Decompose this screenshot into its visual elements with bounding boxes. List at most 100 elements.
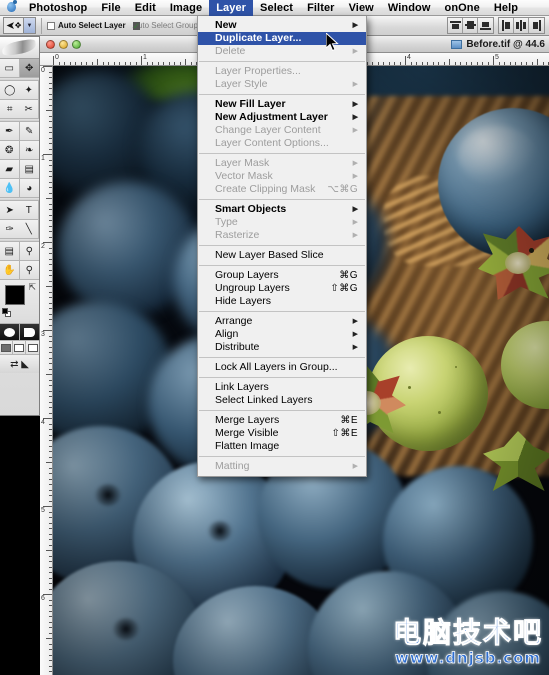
ruler-tick bbox=[542, 62, 544, 65]
menu-item-ungroup-layers[interactable]: Ungroup Layers ⇧⌘G bbox=[198, 282, 366, 295]
ruler-tick bbox=[86, 62, 87, 65]
foreground-color-swatch[interactable] bbox=[5, 285, 25, 305]
menu-item-smart-objects[interactable]: Smart Objects ▶ bbox=[198, 203, 366, 216]
history-brush-tool-icon[interactable]: ❧ bbox=[19, 141, 39, 160]
blur-tool-icon[interactable]: 💧 bbox=[0, 179, 20, 198]
checkbox-auto-select-layer[interactable]: Auto Select Layer bbox=[47, 21, 126, 30]
menu-item-link-layers[interactable]: Link Layers bbox=[198, 381, 366, 394]
ruler-tick bbox=[498, 62, 500, 65]
menu-item-matting[interactable]: Matting ▶ bbox=[198, 460, 366, 473]
align-right-icon[interactable] bbox=[529, 18, 544, 33]
align-left-icon[interactable] bbox=[499, 18, 514, 33]
screen-mode-buttons[interactable] bbox=[0, 341, 39, 355]
menu-item-flatten-image[interactable]: Flatten Image bbox=[198, 440, 366, 453]
move-tool-icon[interactable]: ✥ bbox=[19, 59, 39, 78]
submenu-arrow-icon: ▶ bbox=[352, 232, 358, 239]
ruler-tick bbox=[49, 104, 52, 106]
type-tool-icon[interactable]: T bbox=[19, 201, 39, 220]
menu-item-change-layer-content[interactable]: Change Layer Content ▶ bbox=[198, 124, 366, 137]
menu-filter[interactable]: Filter bbox=[300, 0, 342, 16]
menu-item-delete[interactable]: Delete ▶ bbox=[198, 45, 366, 58]
quick-mask-mode-icon[interactable] bbox=[19, 324, 39, 341]
slice-tool-icon[interactable]: ✂ bbox=[19, 100, 39, 119]
tool-preset-picker[interactable]: ➤ ✥ ▼ bbox=[3, 17, 36, 34]
traffic-lights[interactable] bbox=[46, 39, 81, 49]
zoom-button[interactable] bbox=[72, 39, 81, 49]
menu-onone[interactable]: onOne bbox=[438, 0, 487, 16]
toolbox-header[interactable] bbox=[0, 37, 39, 59]
menu-help[interactable]: Help bbox=[487, 0, 525, 16]
align-bottom-icon[interactable] bbox=[478, 18, 493, 33]
menu-item-arrange[interactable]: Arrange ▶ bbox=[198, 315, 366, 328]
standard-mode-icon[interactable] bbox=[0, 324, 20, 341]
menu-item-layer-content-options[interactable]: Layer Content Options... bbox=[198, 137, 366, 150]
menu-item-lock-all-layers-in-group[interactable]: Lock All Layers in Group... bbox=[198, 361, 366, 374]
color-swatches[interactable]: ⇱ bbox=[0, 280, 39, 324]
menu-select[interactable]: Select bbox=[253, 0, 300, 16]
menu-item-vector-mask[interactable]: Vector Mask ▶ bbox=[198, 170, 366, 183]
clone-stamp-tool-icon[interactable]: ❂ bbox=[0, 141, 20, 160]
eraser-tool-icon[interactable]: ▰ bbox=[0, 160, 20, 179]
notes-tool-icon[interactable]: ▤ bbox=[0, 242, 20, 261]
menu-edit[interactable]: Edit bbox=[128, 0, 163, 16]
menu-item-create-clipping-mask[interactable]: Create Clipping Mask ⌥⌘G bbox=[198, 183, 366, 196]
chevron-down-icon[interactable]: ▼ bbox=[23, 18, 35, 33]
jump-to-imageready-icon[interactable]: ⇄ ◣ bbox=[0, 355, 39, 373]
menu-item-distribute[interactable]: Distribute ▶ bbox=[198, 341, 366, 354]
default-colors-icon[interactable] bbox=[2, 308, 11, 317]
menu-item-new-layer-based-slice[interactable]: New Layer Based Slice bbox=[198, 249, 366, 262]
mask-mode-buttons[interactable] bbox=[0, 324, 39, 341]
marquee-tool-icon[interactable]: ▭ bbox=[0, 59, 20, 78]
pen-tool-icon[interactable]: ✑ bbox=[0, 220, 20, 239]
crop-tool-icon[interactable]: ⌗ bbox=[0, 100, 20, 119]
checkbox-auto-select-groups[interactable]: ✓ Auto Select Groups bbox=[132, 21, 202, 30]
magic-wand-tool-icon[interactable]: ✦ bbox=[19, 81, 39, 100]
menu-image[interactable]: Image bbox=[163, 0, 209, 16]
align-horizontal-center-icon[interactable] bbox=[514, 18, 529, 33]
menu-window[interactable]: Window bbox=[381, 0, 438, 16]
menu-item-new-fill-layer[interactable]: New Fill Layer ▶ bbox=[198, 98, 366, 111]
minimize-button[interactable] bbox=[59, 39, 68, 49]
menu-item-align[interactable]: Align ▶ bbox=[198, 328, 366, 341]
checkbox-box[interactable] bbox=[47, 21, 55, 30]
menu-separator bbox=[199, 153, 365, 154]
menu-view[interactable]: View bbox=[342, 0, 381, 16]
full-screen-icon[interactable] bbox=[26, 341, 39, 355]
menu-item-select-linked-layers[interactable]: Select Linked Layers bbox=[198, 394, 366, 407]
menu-item-new-adjustment-layer[interactable]: New Adjustment Layer ▶ bbox=[198, 111, 366, 124]
align-top-icon[interactable] bbox=[448, 18, 463, 33]
menu-file[interactable]: File bbox=[94, 0, 127, 16]
zoom-tool-icon[interactable]: ⚲ bbox=[19, 261, 39, 280]
menu-item-hide-layers[interactable]: Hide Layers bbox=[198, 295, 366, 308]
healing-brush-tool-icon[interactable]: ✒ bbox=[0, 122, 20, 141]
menu-item-type[interactable]: Type ▶ bbox=[198, 216, 366, 229]
menu-layer[interactable]: Layer bbox=[209, 0, 254, 16]
brush-tool-icon[interactable]: ✎ bbox=[19, 122, 39, 141]
menu-item-rasterize[interactable]: Rasterize ▶ bbox=[198, 229, 366, 242]
menu-item-layer-properties[interactable]: Layer Properties... bbox=[198, 65, 366, 78]
menu-item-layer-mask[interactable]: Layer Mask ▶ bbox=[198, 157, 366, 170]
menu-item-label: Select Linked Layers bbox=[215, 394, 313, 406]
menu-item-new[interactable]: New ▶ bbox=[198, 19, 366, 32]
swap-colors-icon[interactable]: ⇱ bbox=[28, 282, 36, 293]
eyedropper-tool-icon[interactable]: ⚲ bbox=[19, 242, 39, 261]
layer-menu-dropdown[interactable]: New ▶ Duplicate Layer... Delete ▶ Layer Prope… bbox=[197, 16, 367, 477]
menu-item-group-layers[interactable]: Group Layers ⌘G bbox=[198, 269, 366, 282]
hand-tool-icon[interactable]: ✋ bbox=[0, 261, 20, 280]
apple-icon[interactable] bbox=[0, 0, 22, 14]
menu-photoshop[interactable]: Photoshop bbox=[22, 0, 94, 16]
path-selection-tool-icon[interactable]: ➤ bbox=[0, 201, 20, 220]
lasso-tool-icon[interactable]: ◯ bbox=[0, 81, 20, 100]
full-screen-menubar-icon[interactable] bbox=[13, 341, 26, 355]
close-button[interactable] bbox=[46, 39, 55, 49]
line-tool-icon[interactable]: ╲ bbox=[19, 220, 39, 239]
menu-item-duplicate-layer[interactable]: Duplicate Layer... bbox=[198, 32, 366, 45]
align-vertical-center-icon[interactable] bbox=[463, 18, 478, 33]
dodge-tool-icon[interactable]: ◕ bbox=[19, 179, 39, 198]
gradient-tool-icon[interactable]: ▤ bbox=[19, 160, 39, 179]
ruler-tick bbox=[49, 544, 52, 546]
standard-screen-mode-icon[interactable] bbox=[0, 341, 13, 355]
menu-item-merge-layers[interactable]: Merge Layers ⌘E bbox=[198, 414, 366, 427]
menu-item-merge-visible[interactable]: Merge Visible ⇧⌘E bbox=[198, 427, 366, 440]
menu-item-layer-style[interactable]: Layer Style ▶ bbox=[198, 78, 366, 91]
